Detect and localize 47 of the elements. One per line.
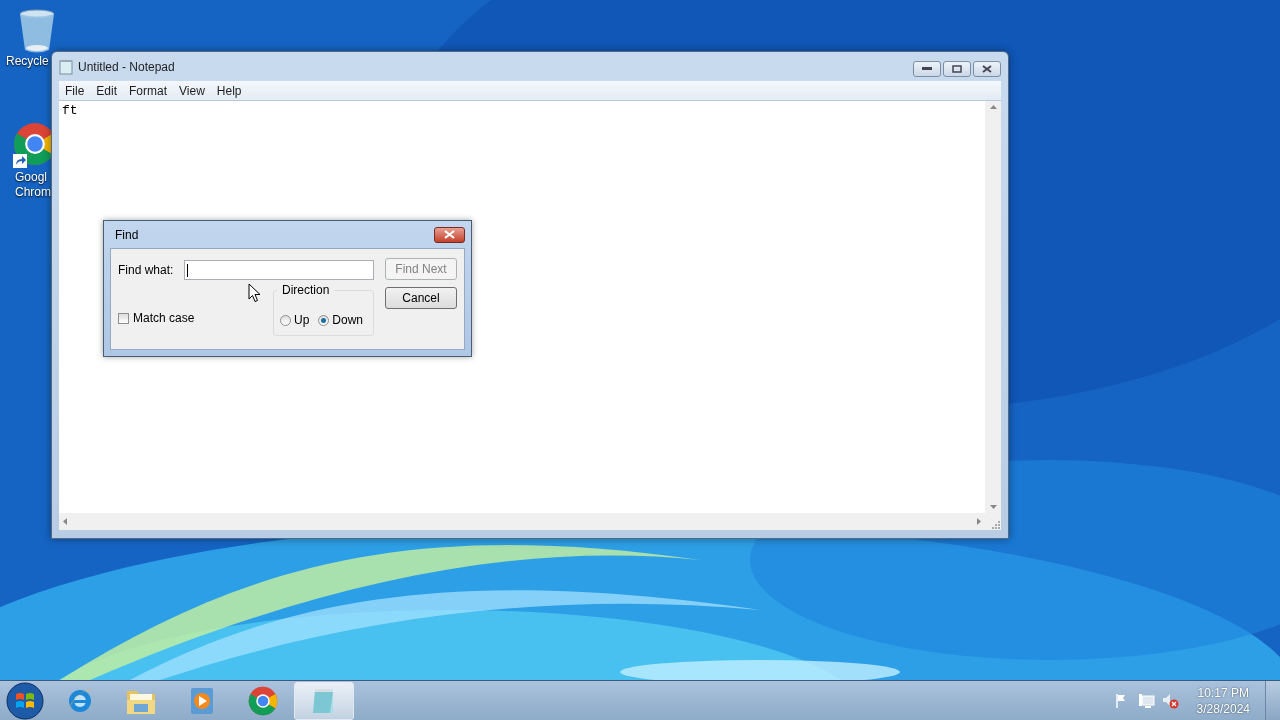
menu-item[interactable]: Format [123,83,174,98]
desktop-icon-label: Chrom [15,185,51,200]
radio-label: Down [332,313,364,327]
menu-item[interactable]: File [59,83,91,98]
scroll-right-icon[interactable] [977,518,981,525]
start-button[interactable] [6,681,44,720]
recycle-bin-icon[interactable] [18,8,56,54]
horizontal-scrollbar[interactable] [59,513,985,530]
menu-item[interactable]: Edit [90,83,124,98]
scroll-left-icon[interactable] [63,518,67,525]
desktop-icon-label: Recycle [6,54,49,69]
show-desktop-button[interactable] [1265,681,1280,720]
window-title: Untitled - Notepad [78,59,175,74]
group-label: Direction [277,283,335,297]
menu-item[interactable]: Help [210,83,248,98]
radio-button[interactable] [280,314,291,326]
radio-label: Up [294,313,310,327]
field-label: Find what: [118,263,175,277]
speaker-muted-icon[interactable] [1161,692,1180,709]
document-text: ft [62,103,78,118]
dialog-button[interactable]: Cancel [385,287,457,309]
scroll-up-icon[interactable] [989,105,997,109]
cursor-icon [248,283,261,303]
notepad-icon [59,58,73,75]
network-icon[interactable] [1136,692,1155,709]
dialog-title: Find [115,227,139,242]
close-button[interactable] [973,61,1001,77]
minimize-button[interactable] [913,61,941,77]
find-what-field[interactable] [184,260,374,280]
shortcut-arrow-icon [13,154,27,168]
close-button[interactable] [434,226,465,243]
chrome-icon [248,685,278,716]
resize-grip-icon[interactable] [992,521,1001,530]
maximize-icon [952,65,962,73]
close-icon [982,65,992,73]
radio-button[interactable] [318,314,330,326]
checkbox[interactable] [118,312,129,324]
maximize-button[interactable] [943,61,971,77]
menu-item[interactable]: View [173,83,211,98]
checkbox-label: Match case [133,311,195,325]
close-icon [444,230,455,239]
media-player-icon [188,685,216,716]
desktop-icon-label: Googl [15,170,48,185]
vertical-scrollbar[interactable] [985,101,1001,513]
scroll-down-icon[interactable] [989,505,997,509]
minimize-icon [922,67,932,71]
taskbar-button[interactable] [294,681,354,720]
